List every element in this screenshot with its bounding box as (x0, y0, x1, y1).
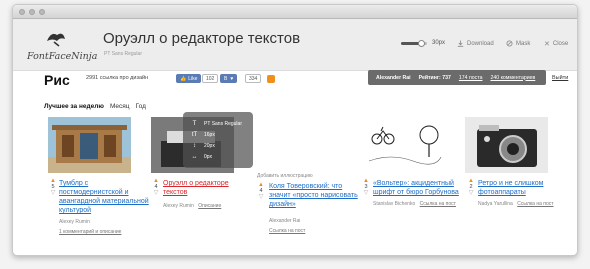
window-titlebar (13, 5, 577, 19)
like-label: Like (188, 75, 198, 82)
period-month[interactable]: Месяц (110, 103, 130, 110)
tooltip-size: 16px (204, 131, 215, 138)
period-week[interactable]: Лучшее за неделю (44, 103, 104, 110)
post-thumbnail[interactable] (48, 117, 131, 173)
mask-button[interactable]: Mask (506, 40, 530, 47)
add-illustration-link[interactable]: Добавить иллюстрацию (257, 173, 313, 179)
post-author[interactable]: Stanislav Bichenko (373, 201, 415, 207)
line-height-icon: ↕ (193, 142, 196, 149)
download-label: Download (467, 40, 494, 47)
post-meta: Stanislav Bichenko Ссылка на пост (373, 201, 456, 207)
post-meta-link[interactable]: Ссылка на пост (269, 228, 305, 234)
vk-count: 334 (245, 74, 262, 83)
tooltip-font: PT Sans Regular (204, 120, 242, 127)
period-year[interactable]: Год (136, 103, 146, 110)
site-header: Рис 2991 ссылка про дизайн 👍 Like 102 В … (13, 70, 577, 94)
user-rating: Рейтинг: 737 (418, 74, 451, 81)
post-title-link[interactable]: «Вольтер»: акцидентный шрифт от бюро Гор… (373, 179, 465, 197)
browser-window: FontFaceNinja Оруэлл о редакторе текстов… (12, 4, 578, 256)
post-meta-link[interactable]: Ссылка на пост (420, 201, 456, 207)
vote-widget: ▲ 3 ▽ (363, 178, 369, 196)
close-button[interactable]: ✕ Close (544, 40, 568, 48)
vote-widget: ▲ 2 ▽ (468, 178, 474, 196)
site-slogan: 2991 ссылка про дизайн (86, 75, 149, 81)
rss-icon[interactable] (267, 75, 275, 83)
post-author[interactable]: Nadya Yarullina (478, 201, 513, 207)
vote-down-icon[interactable]: ▽ (153, 190, 159, 196)
font-size-value: 30px (432, 40, 446, 46)
minimize-window-icon[interactable] (29, 8, 35, 15)
download-button[interactable]: Download (457, 40, 494, 47)
vote-down-icon[interactable]: ▽ (468, 190, 474, 196)
vote-down-icon[interactable]: ▽ (363, 190, 369, 196)
period-switcher: Лучшее за неделю Месяц Год (44, 103, 146, 110)
post-meta-link[interactable]: Описание (198, 203, 221, 209)
vk-label: В (224, 75, 228, 82)
post-title-link[interactable]: Ретро и не слишком фотоаппараты (478, 179, 563, 197)
mask-label: Mask (516, 40, 531, 47)
post-title-link[interactable]: Оруэлл о редакторе текстов (163, 179, 243, 197)
tooltip-row: T PT Sans Regular (191, 118, 245, 129)
zoom-window-icon[interactable] (39, 8, 45, 15)
post-meta-link[interactable]: 1 комментарий и описание (59, 229, 121, 235)
post-meta: Nadya Yarullina Ссылка на пост (478, 201, 554, 207)
fontfaceninja-panel: FontFaceNinja Оруэлл о редакторе текстов… (13, 19, 577, 71)
facebook-like-button[interactable]: 👍 Like (176, 74, 202, 83)
like-count: 102 (202, 74, 219, 83)
post-author[interactable]: Alexander Rai (269, 218, 300, 224)
letter-spacing-icon: ↔ (191, 153, 198, 160)
close-icon: ✕ (544, 41, 550, 48)
tooltip-row: ↔ 0px (191, 151, 245, 162)
post-author[interactable]: Alexey Rumin (59, 219, 90, 225)
vote-widget: ▲ 4 ▽ (153, 178, 159, 196)
post-title-link[interactable]: Коля Товеровский: что значит «просто нар… (269, 182, 361, 209)
vote-widget: ▲ 4 ▽ (258, 182, 264, 200)
thumbs-up-icon: 👍 (180, 75, 187, 82)
font-size-control[interactable]: 30px (401, 39, 446, 47)
post-author[interactable]: Alexey Rumin (163, 203, 194, 209)
ninja-icon (47, 33, 65, 47)
download-icon (457, 40, 464, 47)
fontfaceninja-logo-text: FontFaceNinja (27, 51, 98, 62)
user-name[interactable]: Alexander Rai (376, 75, 411, 81)
post-thumbnail[interactable] (465, 117, 548, 173)
user-bar: Alexander Rai Рейтинг: 737 174 поста 240… (368, 70, 546, 85)
post-thumbnail[interactable] (361, 117, 444, 173)
font-name: PT Sans Regular (104, 51, 142, 57)
heart-icon: ♥ (230, 75, 234, 82)
tooltip-row: ↕ 20px (191, 140, 245, 151)
font-info-tooltip: T PT Sans Regular tT 16px ↕ 20px ↔ 0px (183, 112, 253, 168)
vote-down-icon[interactable]: ▽ (258, 194, 264, 200)
font-size-icon: tT (191, 131, 198, 138)
user-posts-link[interactable]: 174 поста (459, 75, 483, 81)
post-meta: Alexey Rumin Описание (163, 203, 221, 209)
font-icon: T (192, 120, 197, 127)
vote-widget: ▲ 5 ▽ (50, 178, 56, 196)
illustration-image (361, 117, 444, 173)
post-meta-link[interactable]: Ссылка на пост (517, 201, 553, 207)
site-logo[interactable]: Рис (44, 72, 70, 88)
fontfaceninja-logo: FontFaceNinja (27, 29, 97, 63)
vk-share-button[interactable]: В ♥ (220, 74, 238, 83)
tooltip-row: tT 16px (191, 129, 245, 140)
font-size-slider[interactable] (401, 39, 427, 47)
close-window-icon[interactable] (19, 8, 25, 15)
font-preview-title: Оруэлл о редакторе текстов (103, 30, 301, 47)
vote-down-icon[interactable]: ▽ (50, 190, 56, 196)
camera-image (465, 117, 548, 173)
art-installation-image (48, 117, 131, 173)
logout-link[interactable]: Выйти (552, 75, 568, 81)
post-title-link[interactable]: Тумблр с постмодернистской и авангардной… (59, 179, 151, 215)
font-size-slider-knob[interactable] (417, 39, 425, 47)
close-label: Close (552, 41, 569, 47)
tooltip-spacing: 0px (204, 153, 213, 160)
tooltip-line-height: 20px (204, 142, 215, 149)
mask-icon (506, 40, 513, 47)
website-content: Рис 2991 ссылка про дизайн 👍 Like 102 В … (13, 70, 577, 255)
user-comments-link[interactable]: 240 комментариев (490, 75, 535, 81)
